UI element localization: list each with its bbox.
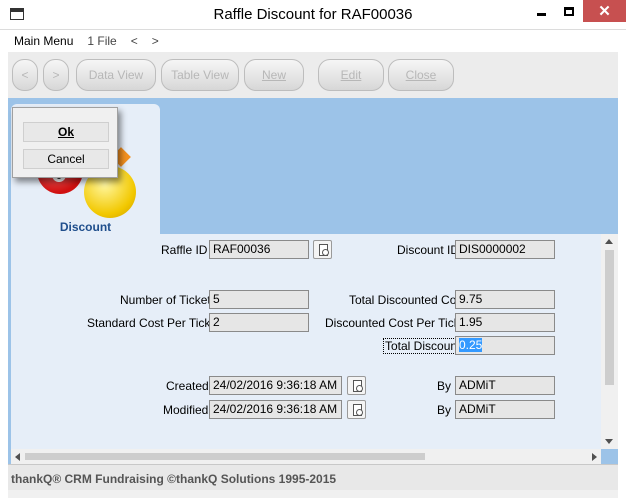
modified-calendar-icon[interactable] [347, 400, 366, 419]
raffle-id-label: Raffle ID [161, 243, 208, 257]
minimize-button[interactable] [527, 0, 555, 22]
close-window-button[interactable]: ✕ [583, 0, 626, 22]
total-discount-label: Total Discount [382, 338, 463, 354]
num-tickets-field[interactable]: 5 [209, 290, 309, 309]
edit-button-label: Edit [340, 68, 362, 82]
disc-cost-ticket-field[interactable]: 1.95 [455, 313, 555, 332]
ok-button-label: Ok [57, 125, 74, 139]
back-button[interactable]: < [12, 59, 38, 91]
std-cost-label: Standard Cost Per Ticket [87, 316, 221, 330]
close-icon: ✕ [598, 3, 611, 20]
toolbar: < > Data View Table View New Edit Close [8, 52, 618, 98]
created-by-label: By [437, 379, 452, 393]
title-bar: Raffle Discount for RAF00036 ✕ [0, 0, 626, 30]
action-popup: Ok Cancel [12, 107, 118, 178]
raffle-lookup-icon[interactable] [313, 240, 332, 259]
window-frame-right [618, 30, 626, 498]
total-discount-value: 0.25 [459, 338, 483, 352]
horizontal-scrollbar[interactable] [11, 449, 601, 464]
close-button-label: Close [405, 68, 437, 82]
created-field[interactable]: 24/02/2016 9:36:18 AM [209, 376, 342, 395]
total-discount-field[interactable]: 0.25 [455, 336, 555, 355]
status-text: thankQ® CRM Fundraising ©thankQ Solution… [11, 472, 337, 486]
modified-field[interactable]: 24/02/2016 9:36:18 AM [209, 400, 342, 419]
discount-form: Raffle ID RAF00036 Discount ID DIS000000… [11, 234, 601, 467]
raffle-id-field[interactable]: RAF00036 [209, 240, 309, 259]
modified-by-label: By [437, 403, 452, 417]
scroll-down-icon[interactable] [605, 439, 613, 444]
edit-button[interactable]: Edit [318, 59, 384, 91]
menu-prev[interactable]: < [131, 34, 138, 48]
menu-bar: Main Menu 1 File < > [8, 30, 618, 52]
modified-label: Modified [163, 403, 209, 417]
total-disc-cost-field[interactable]: 9.75 [455, 290, 555, 309]
total-disc-cost-label: Total Discounted Cost [349, 293, 466, 307]
window-frame-left [0, 30, 8, 498]
num-tickets-label: Number of Tickets [120, 293, 217, 307]
forward-button[interactable]: > [43, 59, 69, 91]
menu-main[interactable]: Main Menu [14, 34, 73, 48]
data-view-button[interactable]: Data View [76, 59, 156, 91]
close-button[interactable]: Close [388, 59, 454, 91]
vertical-scrollbar[interactable] [601, 234, 618, 449]
created-by-field[interactable]: ADMiT [455, 376, 555, 395]
scroll-left-icon[interactable] [15, 453, 20, 461]
ok-button[interactable]: Ok [23, 122, 109, 142]
cancel-button[interactable]: Cancel [23, 149, 109, 169]
maximize-icon [564, 6, 574, 16]
disc-cost-ticket-label: Discounted Cost Per Ticket [325, 316, 470, 330]
minimize-icon [536, 12, 546, 16]
created-calendar-icon[interactable] [347, 376, 366, 395]
table-view-button[interactable]: Table View [161, 59, 239, 91]
status-bar: thankQ® CRM Fundraising ©thankQ Solution… [8, 464, 618, 490]
tab-discount-label: Discount [59, 220, 112, 234]
horizontal-scroll-thumb[interactable] [25, 453, 425, 460]
vertical-scroll-thumb[interactable] [605, 250, 614, 385]
created-label: Created [166, 379, 209, 393]
discount-id-label: Discount ID [397, 243, 460, 257]
scroll-up-icon[interactable] [605, 239, 613, 244]
modified-by-field[interactable]: ADMiT [455, 400, 555, 419]
new-button[interactable]: New [244, 59, 304, 91]
maximize-button[interactable] [555, 0, 583, 22]
new-button-label: New [261, 68, 286, 82]
discount-id-field[interactable]: DIS0000002 [455, 240, 555, 259]
scroll-right-icon[interactable] [592, 453, 597, 461]
menu-next[interactable]: > [152, 34, 159, 48]
std-cost-field[interactable]: 2 [209, 313, 309, 332]
menu-file-count[interactable]: 1 File [87, 34, 116, 48]
